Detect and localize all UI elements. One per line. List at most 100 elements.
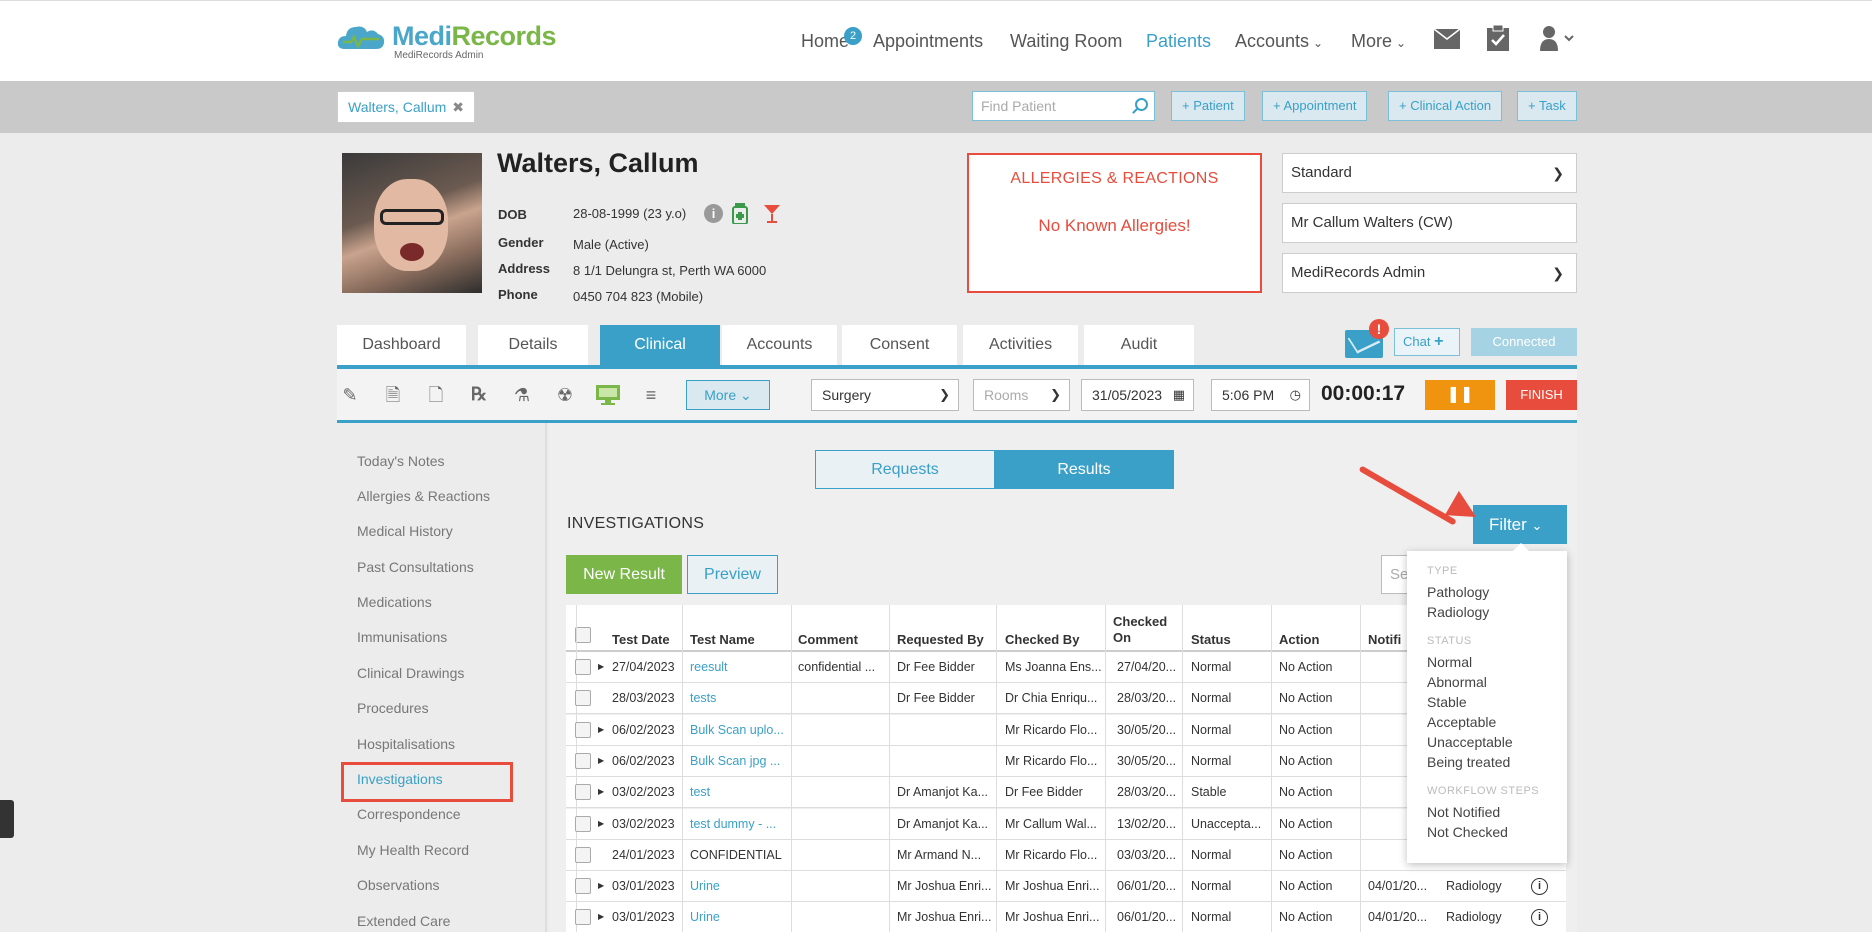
cell-test-name[interactable]: test dummy - ...: [690, 817, 776, 831]
expand-arrow-icon[interactable]: ▶: [598, 787, 604, 796]
row-info-icon[interactable]: i: [1531, 878, 1548, 895]
report-icon[interactable]: 🗋: [426, 384, 446, 406]
filter-workflow-not-notified[interactable]: Not Notified: [1427, 804, 1500, 820]
col-comment[interactable]: Comment: [798, 632, 858, 647]
requests-toggle[interactable]: Requests: [815, 450, 995, 489]
nav-waiting-room[interactable]: Waiting Room: [1010, 31, 1122, 52]
connection-status[interactable]: Connected: [1471, 328, 1577, 356]
pathology-flask-icon[interactable]: ⚗: [512, 384, 532, 406]
expand-arrow-icon[interactable]: ▶: [598, 725, 604, 734]
user-menu-icon[interactable]: [1540, 25, 1576, 51]
col-checked-by[interactable]: Checked By: [1005, 632, 1079, 647]
toolbar-more-button[interactable]: More ⌄: [686, 380, 770, 410]
patient-reference-field[interactable]: Mr Callum Walters (CW): [1282, 203, 1577, 243]
results-toggle[interactable]: Results: [994, 450, 1174, 489]
nav-patients[interactable]: Patients: [1146, 31, 1211, 52]
row-checkbox[interactable]: [575, 690, 591, 706]
col-test-name[interactable]: Test Name: [690, 632, 755, 647]
prescription-icon[interactable]: ℞: [469, 384, 489, 406]
tab-consent[interactable]: Consent: [842, 325, 957, 365]
medication-bottle-icon[interactable]: [732, 203, 748, 224]
row-checkbox[interactable]: [575, 909, 591, 925]
mail-icon[interactable]: [1434, 29, 1460, 49]
cell-test-name[interactable]: tests: [690, 691, 716, 705]
cell-test-name[interactable]: Bulk Scan uplo...: [690, 723, 784, 737]
row-checkbox[interactable]: [575, 753, 591, 769]
tab-accounts[interactable]: Accounts: [722, 325, 837, 365]
select-all-checkbox[interactable]: [575, 627, 591, 643]
chat-button[interactable]: Chat +: [1394, 328, 1460, 356]
cell-test-name[interactable]: reesult: [690, 660, 728, 674]
expand-arrow-icon[interactable]: ▶: [598, 662, 604, 671]
finish-button[interactable]: FINISH: [1506, 380, 1577, 410]
nav-more[interactable]: More ⌄: [1351, 31, 1406, 52]
expand-arrow-icon[interactable]: ▶: [598, 819, 604, 828]
radiology-icon[interactable]: ☢: [555, 384, 575, 406]
allergies-panel[interactable]: ALLERGIES & REACTIONS No Known Allergies…: [967, 153, 1262, 293]
tab-activities[interactable]: Activities: [963, 325, 1078, 365]
filter-status-being-treated[interactable]: Being treated: [1427, 754, 1510, 770]
preview-button[interactable]: Preview: [687, 555, 778, 594]
sidebar-item-immunisations[interactable]: Immunisations: [357, 629, 447, 645]
sidebar-item-extended-care[interactable]: Extended Care: [357, 913, 450, 929]
filter-status-acceptable[interactable]: Acceptable: [1427, 714, 1496, 730]
open-patient-tab[interactable]: Walters, Callum ✖: [337, 91, 476, 123]
cell-test-name[interactable]: test: [690, 785, 710, 799]
time-input[interactable]: 5:06 PM ◷: [1211, 379, 1310, 411]
rooms-select[interactable]: Rooms ❯: [973, 379, 1070, 411]
row-checkbox[interactable]: [575, 784, 591, 800]
clock-icon[interactable]: ◷: [1290, 380, 1301, 410]
tab-clinical[interactable]: Clinical: [600, 325, 720, 365]
cell-test-name[interactable]: Urine: [690, 879, 720, 893]
sidebar-item-hospitalisations[interactable]: Hospitalisations: [357, 736, 455, 752]
layers-icon[interactable]: ≡: [641, 384, 661, 406]
sidebar-item-todays-notes[interactable]: Today's Notes: [357, 453, 445, 469]
find-patient-input[interactable]: Find Patient: [972, 91, 1155, 121]
filter-type-pathology[interactable]: Pathology: [1427, 584, 1489, 600]
side-handle[interactable]: [0, 800, 14, 838]
expand-arrow-icon[interactable]: ▶: [598, 912, 604, 921]
info-icon[interactable]: i: [704, 204, 723, 223]
calendar-icon[interactable]: ▦: [1173, 380, 1185, 410]
row-checkbox[interactable]: [575, 722, 591, 738]
row-checkbox[interactable]: [575, 878, 591, 894]
filter-status-stable[interactable]: Stable: [1427, 694, 1467, 710]
add-task-button[interactable]: + Task: [1517, 91, 1577, 121]
cell-test-name[interactable]: Urine: [690, 910, 720, 924]
mhr-monitor-icon[interactable]: [596, 385, 620, 405]
sidebar-item-my-health-record[interactable]: My Health Record: [357, 842, 469, 858]
nav-appointments[interactable]: Appointments: [873, 31, 983, 52]
new-result-button[interactable]: New Result: [566, 555, 682, 594]
alcohol-glass-icon[interactable]: [763, 203, 781, 224]
row-checkbox[interactable]: [575, 816, 591, 832]
search-icon[interactable]: [1135, 98, 1148, 111]
filter-type-radiology[interactable]: Radiology: [1427, 604, 1489, 620]
pause-button[interactable]: ❚❚: [1425, 380, 1495, 410]
sidebar-item-clinical-drawings[interactable]: Clinical Drawings: [357, 665, 464, 681]
sidebar-item-medications[interactable]: Medications: [357, 594, 432, 610]
row-info-icon[interactable]: i: [1531, 909, 1548, 926]
nav-home[interactable]: Home: [801, 31, 849, 52]
expand-arrow-icon[interactable]: ▶: [598, 881, 604, 890]
add-appointment-button[interactable]: + Appointment: [1262, 91, 1368, 121]
nav-accounts[interactable]: Accounts ⌄: [1235, 31, 1323, 52]
clipboard-check-icon[interactable]: [1487, 25, 1509, 51]
col-checked-on[interactable]: Checked On: [1113, 614, 1173, 646]
sidebar-item-observations[interactable]: Observations: [357, 877, 439, 893]
tab-dashboard[interactable]: Dashboard: [337, 325, 466, 365]
filter-status-unacceptable[interactable]: Unacceptable: [1427, 734, 1513, 750]
filter-workflow-not-checked[interactable]: Not Checked: [1427, 824, 1508, 840]
col-action[interactable]: Action: [1279, 632, 1319, 647]
sidebar-item-correspondence[interactable]: Correspondence: [357, 806, 461, 822]
notes-icon[interactable]: ✎: [340, 384, 360, 406]
expand-arrow-icon[interactable]: ▶: [598, 756, 604, 765]
col-test-date[interactable]: Test Date: [612, 632, 670, 647]
col-status[interactable]: Status: [1191, 632, 1231, 647]
cell-test-name[interactable]: Bulk Scan jpg ...: [690, 754, 780, 768]
filter-status-normal[interactable]: Normal: [1427, 654, 1472, 670]
tab-audit[interactable]: Audit: [1084, 325, 1194, 365]
col-notified[interactable]: Notifi: [1368, 632, 1401, 647]
close-icon[interactable]: ✖: [452, 99, 464, 115]
add-patient-button[interactable]: + Patient: [1171, 91, 1245, 121]
filter-button[interactable]: Filter ⌄: [1473, 505, 1567, 544]
